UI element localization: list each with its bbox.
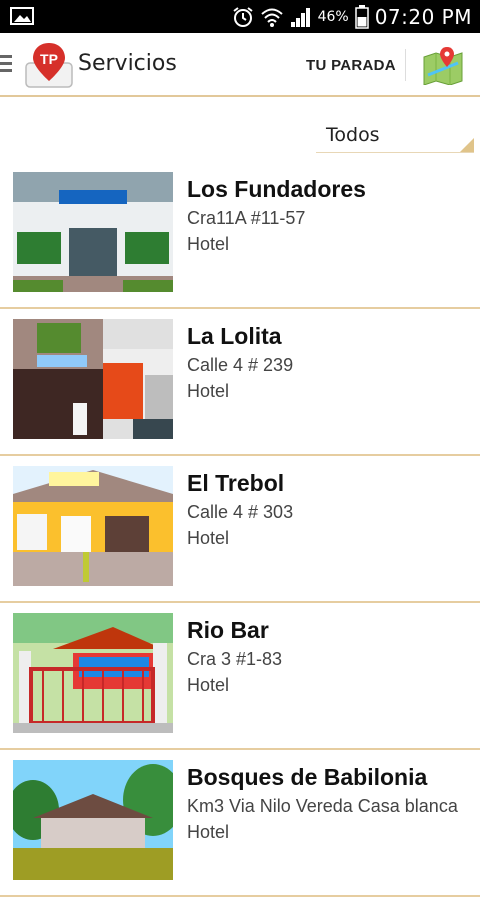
item-name: Los Fundadores: [187, 176, 366, 202]
thumbnail-image: [13, 466, 173, 586]
thumbnail-image: [13, 172, 173, 292]
item-category: Hotel: [187, 381, 230, 401]
item-address: Calle 4 # 303: [187, 502, 294, 522]
item-name: Rio Bar: [187, 617, 269, 643]
wifi-icon: [260, 8, 283, 27]
category-filter-dropdown[interactable]: Todos: [316, 118, 474, 153]
menu-icon[interactable]: [0, 55, 14, 75]
list-item[interactable]: Bosques de Babilonia Km3 Via Nilo Vereda…: [0, 750, 480, 897]
list-item[interactable]: El Trebol Calle 4 # 303 Hotel: [0, 456, 480, 603]
item-name: Bosques de Babilonia: [187, 764, 428, 790]
item-address: Calle 4 # 239: [187, 355, 294, 375]
item-category: Hotel: [187, 528, 230, 548]
map-icon[interactable]: [422, 45, 464, 85]
item-name: La Lolita: [187, 323, 282, 349]
list-item[interactable]: Los Fundadores Cra11A #11-57 Hotel: [0, 162, 480, 309]
item-category: Hotel: [187, 675, 230, 695]
item-address: Cra11A #11-57: [187, 208, 306, 228]
app-bar: TP Servicios TU PARADA: [0, 33, 480, 97]
services-list: Los Fundadores Cra11A #11-57 Hotel La Lo…: [0, 162, 480, 897]
item-address: Km3 Via Nilo Vereda Casa blanca: [187, 796, 458, 816]
signal-icon: [290, 7, 310, 27]
divider: [405, 49, 406, 81]
battery-percent: 46%: [317, 8, 349, 25]
image-icon: [10, 7, 34, 25]
item-category: Hotel: [187, 234, 230, 254]
thumbnail-image: [13, 760, 173, 880]
item-address: Cra 3 #1-83: [187, 649, 283, 669]
alarm-icon: [232, 6, 253, 27]
thumbnail-image: [13, 613, 173, 733]
list-item[interactable]: La Lolita Calle 4 # 239 Hotel: [0, 309, 480, 456]
clock: 07:20 PM: [374, 4, 472, 29]
svg-text:TP: TP: [40, 51, 58, 67]
item-category: Hotel: [187, 822, 230, 842]
item-name: El Trebol: [187, 470, 285, 496]
battery-icon: [354, 4, 369, 29]
dropdown-arrow-icon: [460, 138, 474, 152]
app-logo[interactable]: TP: [24, 41, 74, 89]
page-title: Servicios: [78, 51, 177, 76]
list-item[interactable]: Rio Bar Cra 3 #1-83 Hotel: [0, 603, 480, 750]
filter-selected-value: Todos: [326, 124, 380, 146]
tu-parada-button[interactable]: TU PARADA: [306, 57, 396, 74]
thumbnail-image: [13, 319, 173, 439]
status-bar: 46% 07:20 PM: [0, 0, 480, 33]
